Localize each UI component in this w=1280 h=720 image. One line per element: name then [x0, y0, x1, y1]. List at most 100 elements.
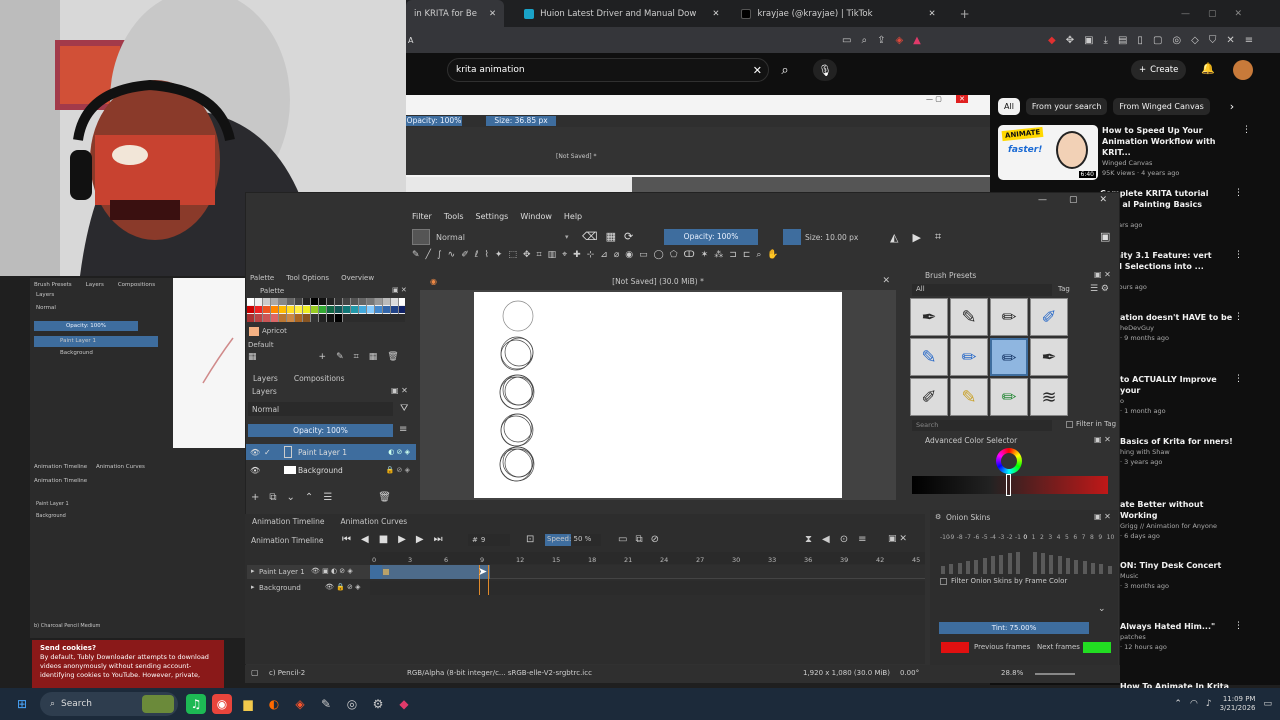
mirror-horizontal-icon[interactable]: ◭: [890, 231, 898, 244]
onion-frame-label[interactable]: -7: [965, 534, 971, 541]
similar-select-icon[interactable]: ⁂: [714, 250, 723, 260]
onion-frame-label[interactable]: 7: [1082, 534, 1086, 541]
brush-presets-close-icon[interactable]: ▣ ✕: [1094, 270, 1111, 279]
menu-settings[interactable]: Settings: [476, 212, 509, 221]
more-options-icon[interactable]: ⋮: [1234, 374, 1243, 384]
delete-swatch-icon[interactable]: 🗑: [387, 352, 398, 362]
delete-layer-icon[interactable]: 🗑: [378, 492, 391, 503]
status-color-profile[interactable]: RGB/Alpha (8-bit integer/c... sRGB-elle-…: [407, 669, 592, 677]
window-controls[interactable]: —▢✕: [1181, 9, 1260, 19]
reading-list-icon[interactable]: ▤: [1118, 35, 1127, 46]
onion-opacity-bar[interactable]: [949, 564, 954, 574]
add-keyframe-icon[interactable]: ▭: [618, 534, 627, 545]
tab-animation-curves[interactable]: Animation Curves: [341, 517, 408, 526]
dynamic-icon[interactable]: ⌇: [484, 250, 488, 260]
onion-opacity-bar[interactable]: [1099, 564, 1104, 574]
ghost-tab[interactable]: Layers: [86, 282, 104, 288]
frames-track-background[interactable]: [370, 581, 925, 595]
frames-track-paint-layer[interactable]: [370, 565, 925, 579]
menu-tools[interactable]: Tools: [444, 212, 464, 221]
palette-swatches[interactable]: [247, 298, 405, 322]
remove-keyframe-icon[interactable]: ⊘: [651, 534, 659, 545]
contiguous-select-icon[interactable]: ✶: [701, 250, 709, 260]
brush-filter-select[interactable]: All: [912, 284, 1052, 296]
layers-blend-select[interactable]: Normal: [248, 402, 393, 416]
onion-opacity-bar[interactable]: [991, 556, 995, 574]
chevron-down-icon[interactable]: ▾: [565, 233, 569, 241]
measure-icon[interactable]: ⊿: [600, 250, 608, 260]
more-options-icon[interactable]: ⋮: [1234, 250, 1243, 260]
zoom-icon[interactable]: ⌕: [861, 35, 867, 46]
filter-icon[interactable]: ⛛: [400, 403, 408, 414]
brush-view-icon[interactable]: ☰ ⚙: [1090, 284, 1109, 294]
onion-frame-label[interactable]: 10: [1107, 534, 1115, 541]
more-options-icon[interactable]: ⋮: [1234, 312, 1243, 322]
brush-preset[interactable]: ✏: [990, 378, 1028, 416]
onion-frame-label[interactable]: 2: [1040, 534, 1044, 541]
back-size-slider[interactable]: Size: 36.85 px: [486, 116, 556, 126]
create-button[interactable]: + Create: [1131, 60, 1187, 80]
back-opacity-slider[interactable]: Opacity: 100%: [406, 116, 462, 126]
ghost-timeline-tab[interactable]: Animation Curves: [96, 464, 145, 470]
move-down-icon[interactable]: ⌄: [287, 492, 295, 503]
brush-preset[interactable]: ≋: [1030, 378, 1068, 416]
status-zoom[interactable]: 28.8%: [1001, 669, 1023, 677]
ghost-timeline-layer[interactable]: Background: [36, 513, 66, 519]
last-frame-icon[interactable]: ⏭: [434, 534, 443, 545]
ghost-tab[interactable]: Compositions: [118, 282, 155, 288]
bezier-select-icon[interactable]: ⊐: [729, 250, 737, 260]
visibility-eye-icon[interactable]: 👁: [250, 466, 260, 475]
browser-tab-huion[interactable]: Huion Latest Driver and Manual Dow ✕: [516, 0, 727, 27]
smart-patch-icon[interactable]: ✚: [573, 250, 581, 260]
krita-window-controls[interactable]: — ▢ ✕: [1038, 195, 1107, 205]
onion-frame-label[interactable]: -9: [948, 534, 954, 541]
palette-list-icon[interactable]: ▦: [369, 352, 378, 362]
mirror-vertical-icon[interactable]: ▶: [912, 231, 920, 244]
next-frame-icon[interactable]: ▶: [416, 534, 424, 545]
brush-search-input[interactable]: Search: [912, 420, 1052, 431]
onion-close-icon[interactable]: ▣ ✕: [1094, 512, 1111, 521]
onion-opacity-bar[interactable]: [957, 562, 962, 574]
pan-tool-icon[interactable]: ✋: [767, 250, 778, 260]
previous-frames-color[interactable]: [941, 642, 969, 653]
tab-overview[interactable]: Overview: [341, 274, 374, 282]
move-icon[interactable]: ✥: [523, 250, 531, 260]
tab-compositions[interactable]: Compositions: [294, 374, 345, 383]
first-frame-icon[interactable]: ⏮: [342, 534, 351, 545]
tab-palette[interactable]: Palette: [250, 274, 274, 282]
brush-tag-button[interactable]: Tag: [1058, 285, 1070, 293]
speed-slider[interactable]: Speed: 50 %: [545, 534, 601, 546]
picker-icon[interactable]: ⌖: [562, 250, 567, 260]
layer-check-icon[interactable]: ✓: [264, 448, 271, 457]
layer-options-icon[interactable]: ≡: [399, 424, 407, 435]
wifi-icon[interactable]: ◠: [1190, 699, 1198, 709]
brave-shield-icon[interactable]: ◈: [895, 35, 903, 46]
onion-frame-label[interactable]: 4: [1057, 534, 1061, 541]
drop-frames-icon[interactable]: ⊡: [526, 534, 534, 545]
layer-row-paint-layer-1[interactable]: 👁 ✓ Paint Layer 1 ◐ ⊘ ◈: [246, 444, 416, 460]
zoom-slider[interactable]: [1035, 673, 1075, 675]
opacity-slider[interactable]: Opacity: 100%: [664, 229, 758, 245]
onion-opacity-bar[interactable]: [1082, 561, 1087, 574]
layer-props-icon[interactable]: ☰: [323, 492, 332, 503]
size-slider[interactable]: Size: 10.00 px: [805, 233, 858, 242]
color-picker-handle[interactable]: [1006, 474, 1011, 496]
drawing-canvas[interactable]: [474, 292, 842, 498]
chrome-icon[interactable]: ◉: [212, 694, 232, 714]
clock[interactable]: 11:09 PM 3/21/2026: [1220, 695, 1256, 713]
multibrush-icon[interactable]: ✦: [495, 250, 503, 260]
rect-select-icon[interactable]: ▭: [639, 250, 648, 260]
brave-icon[interactable]: ◈: [290, 694, 310, 714]
leo-icon[interactable]: ◇: [1191, 35, 1199, 46]
gradient-icon[interactable]: ▥: [548, 250, 557, 260]
frame-number-input[interactable]: #9: [468, 534, 510, 546]
video-item[interactable]: ANIMATE faster! 6:40 How to Speed Up You…: [990, 125, 1280, 187]
add-layer-icon[interactable]: +: [251, 492, 259, 503]
ghost-tab[interactable]: Brush Presets: [34, 282, 72, 288]
fill-icon[interactable]: ◉: [625, 250, 633, 260]
add-swatch-icon[interactable]: +: [319, 352, 327, 362]
next-frames-color[interactable]: [1083, 642, 1111, 653]
brush-preset[interactable]: ✐: [910, 378, 948, 416]
eraser-icon[interactable]: ⌫: [582, 230, 598, 243]
swatch-settings-icon[interactable]: ⌗: [354, 352, 359, 362]
